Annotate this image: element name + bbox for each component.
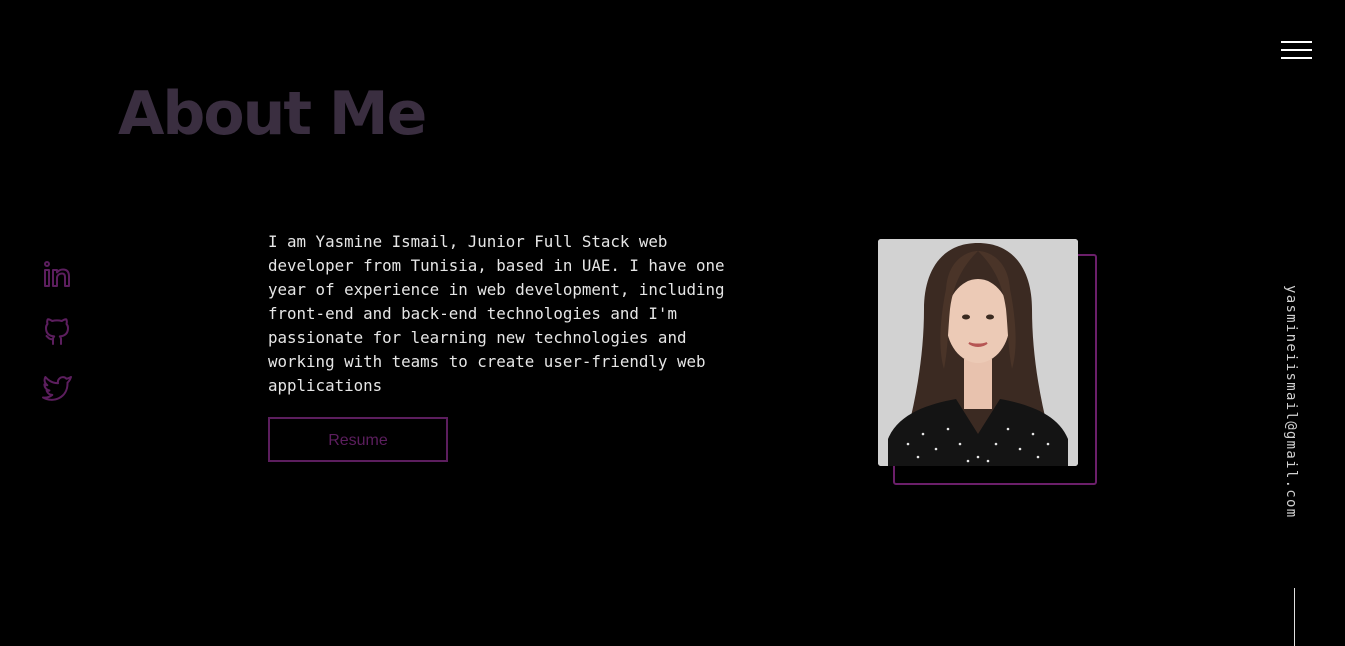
profile-photo	[878, 239, 1078, 466]
linkedin-link[interactable]	[40, 258, 74, 292]
menu-bar-middle	[1281, 49, 1312, 51]
email-divider-line	[1294, 588, 1295, 646]
email-link[interactable]: yasmineiismail@gmail.com	[1283, 285, 1299, 519]
page-title: About Me	[118, 79, 427, 149]
bio-text: I am Yasmine Ismail, Junior Full Stack w…	[268, 232, 725, 395]
about-page: About Me I am Yasmine Ismail, Junior Ful…	[0, 0, 1345, 646]
menu-bar-top	[1281, 41, 1312, 43]
hamburger-menu-icon[interactable]	[1281, 40, 1313, 62]
linkedin-icon	[44, 261, 70, 287]
social-links	[40, 258, 76, 426]
github-icon	[45, 318, 69, 345]
twitter-link[interactable]	[40, 370, 74, 404]
menu-bar-bottom	[1281, 57, 1312, 59]
resume-button[interactable]: Resume	[268, 417, 448, 462]
github-link[interactable]	[40, 314, 74, 348]
twitter-icon	[42, 376, 72, 401]
